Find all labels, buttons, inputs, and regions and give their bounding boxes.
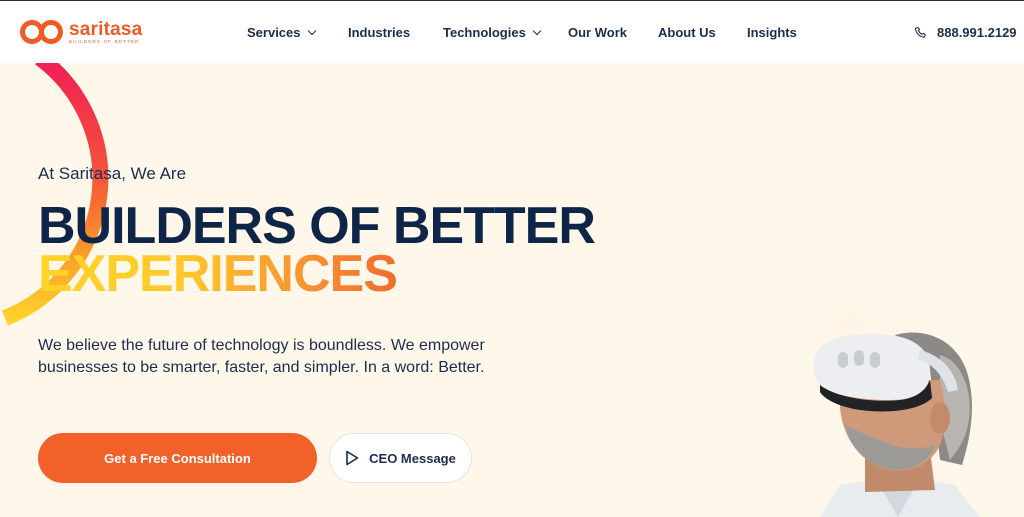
- nav-item-industries[interactable]: Industries: [348, 25, 410, 40]
- ceo-message-button[interactable]: CEO Message: [329, 433, 472, 483]
- nav-item-about-us[interactable]: About Us: [658, 25, 716, 40]
- nav-item-technologies[interactable]: Technologies: [443, 25, 542, 40]
- nav-item-insights[interactable]: Insights: [747, 25, 797, 40]
- chevron-down-icon: [532, 26, 542, 35]
- hero-headline-accent: EXPERIENCES: [38, 245, 398, 303]
- hero-description: We believe the future of technology is b…: [38, 337, 485, 376]
- chevron-down-icon: [307, 26, 316, 35]
- phone-link[interactable]: 888.991.2129: [914, 25, 1017, 40]
- top-navigation-bar: saritasa BUILDERS OF BETTER Services Ind…: [0, 0, 1024, 63]
- nav-item-services[interactable]: Services: [247, 25, 316, 40]
- nav-item-our-work[interactable]: Our Work: [568, 25, 627, 40]
- vr-headset-person-image: [780, 300, 980, 517]
- phone-icon: [914, 26, 926, 38]
- get-free-consultation-button[interactable]: Get a Free Consultation: [38, 433, 317, 483]
- play-icon: [346, 450, 359, 466]
- main-nav: Services Industries Technologies Our Wor…: [0, 1, 1024, 64]
- hero-intro: At Saritasa, We Are: [38, 164, 187, 183]
